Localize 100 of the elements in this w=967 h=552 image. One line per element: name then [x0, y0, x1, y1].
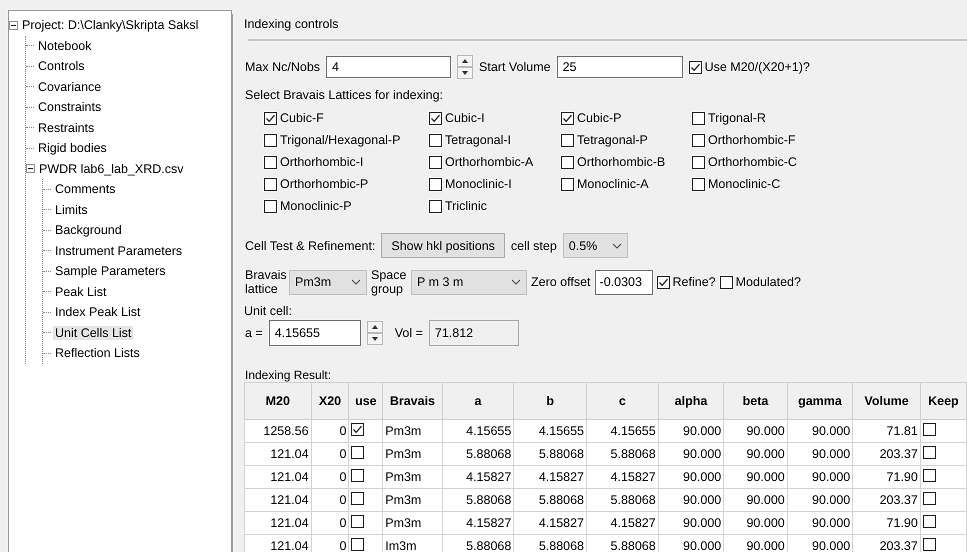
- checkbox[interactable]: [692, 178, 705, 190]
- checkbox-label[interactable]: Tetragonal-P: [577, 133, 648, 147]
- checkbox[interactable]: [264, 112, 277, 124]
- tree-item[interactable]: Instrument Parameters: [53, 244, 184, 258]
- checkbox[interactable]: [429, 178, 442, 190]
- checkbox[interactable]: [264, 134, 277, 146]
- tree-item[interactable]: Rigid bodies: [36, 141, 109, 156]
- checkbox-label[interactable]: Trigonal-R: [708, 111, 766, 125]
- checkbox[interactable]: [692, 156, 705, 168]
- checkbox-label[interactable]: Modulated?: [736, 275, 801, 289]
- tree-item[interactable]: Constraints: [36, 100, 104, 114]
- cell-step-dropdown[interactable]: 0.5%: [562, 233, 628, 258]
- checkbox[interactable]: [264, 200, 277, 212]
- checkbox-label[interactable]: Orthorhombic-F: [708, 133, 796, 147]
- checkbox[interactable]: [561, 178, 574, 190]
- checkbox[interactable]: [922, 515, 936, 528]
- collapse-icon[interactable]: [9, 20, 18, 30]
- field-label: Cell Test & Refinement:: [245, 238, 376, 252]
- checkbox[interactable]: [922, 492, 936, 505]
- checkbox-label[interactable]: Monoclinic-I: [445, 177, 512, 191]
- checkbox[interactable]: [720, 276, 733, 288]
- column-header[interactable]: b: [514, 382, 587, 420]
- collapse-icon[interactable]: [26, 164, 35, 174]
- checkbox[interactable]: [922, 538, 936, 551]
- column-header[interactable]: gamma: [787, 382, 853, 420]
- tree-item[interactable]: Covariance: [36, 80, 104, 94]
- tree-item[interactable]: Reflection Lists: [53, 346, 142, 360]
- checkbox-label[interactable]: Orthorhombic-P: [280, 177, 368, 191]
- tree-item[interactable]: Sample Parameters: [53, 264, 168, 278]
- column-header[interactable]: Keep: [920, 382, 966, 420]
- tree-item[interactable]: Controls: [36, 59, 87, 74]
- show-hkl-button[interactable]: Show hkl positions: [381, 233, 505, 258]
- input-field[interactable]: 4.15655: [268, 320, 361, 346]
- column-header[interactable]: X20: [311, 382, 349, 420]
- checkbox[interactable]: [429, 200, 442, 212]
- input-field[interactable]: 4: [326, 56, 452, 78]
- tree-item[interactable]: Project: D:\Clanky\Skripta Saksl: [20, 18, 200, 32]
- checkbox[interactable]: [692, 134, 705, 146]
- checkbox[interactable]: [561, 134, 574, 146]
- checkbox-label[interactable]: Monoclinic-C: [708, 177, 780, 191]
- checkbox-label[interactable]: Trigonal/Hexagonal-P: [280, 133, 400, 147]
- tree-item[interactable]: Unit Cells List: [53, 326, 134, 340]
- tree-item[interactable]: Background: [53, 223, 124, 238]
- space-group-dropdown[interactable]: P m 3 m: [411, 270, 527, 294]
- checkbox-label[interactable]: Monoclinic-A: [577, 177, 649, 191]
- tree-item[interactable]: Index Peak List: [53, 305, 142, 320]
- checkbox[interactable]: [351, 515, 364, 528]
- checkbox-label[interactable]: Cubic-P: [577, 111, 622, 125]
- column-header[interactable]: a: [442, 382, 514, 420]
- column-header[interactable]: Volume: [852, 382, 920, 420]
- input-field[interactable]: 25: [556, 56, 683, 78]
- checkbox-label[interactable]: Orthorhombic-C: [708, 155, 797, 169]
- checkbox[interactable]: [429, 112, 442, 124]
- checkbox[interactable]: [351, 469, 364, 482]
- spin-buttons-icon[interactable]: [457, 55, 474, 79]
- checkbox[interactable]: [922, 423, 936, 436]
- checkbox[interactable]: [429, 134, 442, 146]
- checkbox-label[interactable]: Triclinic: [445, 199, 487, 213]
- checkbox-label[interactable]: Monoclinic-P: [280, 199, 352, 213]
- checkbox[interactable]: [264, 156, 277, 168]
- checkbox-label[interactable]: Orthorhombic-I: [280, 155, 364, 169]
- checkbox-label[interactable]: Refine?: [672, 275, 716, 289]
- table-cell: 90.000: [787, 442, 853, 466]
- table-cell: 5.88068: [514, 442, 587, 466]
- tree-item[interactable]: Comments: [53, 182, 118, 196]
- tree-item[interactable]: PWDR lab6_lab_XRD.csv: [37, 162, 186, 176]
- checkbox[interactable]: [692, 112, 705, 124]
- checkbox-label[interactable]: Orthorhombic-A: [445, 155, 534, 169]
- bravais-dropdown[interactable]: Pm3m: [289, 270, 367, 294]
- column-header[interactable]: alpha: [658, 382, 724, 420]
- tree-item[interactable]: Limits: [53, 202, 90, 217]
- checkbox[interactable]: [264, 178, 277, 190]
- column-header[interactable]: beta: [724, 382, 788, 420]
- checkbox[interactable]: [351, 446, 364, 459]
- tree-item[interactable]: Notebook: [36, 38, 94, 53]
- checkbox[interactable]: [656, 276, 670, 288]
- column-header[interactable]: c: [586, 382, 658, 420]
- checkbox[interactable]: [922, 446, 936, 459]
- spin-buttons-icon[interactable]: [366, 321, 383, 345]
- checkbox-label[interactable]: Cubic-I: [445, 111, 485, 125]
- table-cell: 90.000: [724, 466, 788, 488]
- column-header[interactable]: use: [348, 382, 383, 420]
- checkbox-label[interactable]: Cubic-F: [280, 111, 324, 125]
- checkbox[interactable]: [351, 492, 364, 505]
- checkbox-label[interactable]: Orthorhombic-B: [577, 155, 666, 169]
- checkbox-label[interactable]: Tetragonal-I: [445, 133, 512, 147]
- input-field[interactable]: -0.0303: [594, 270, 653, 294]
- tree-item[interactable]: Restraints: [36, 120, 96, 135]
- checkbox[interactable]: [561, 112, 574, 124]
- column-header[interactable]: M20: [244, 382, 312, 420]
- column-header[interactable]: Bravais: [382, 382, 442, 420]
- checkbox[interactable]: [688, 60, 702, 74]
- checkbox[interactable]: [351, 538, 364, 551]
- checkbox-label[interactable]: Use M20/(X20+1)?: [704, 60, 810, 74]
- checkbox[interactable]: [351, 423, 364, 436]
- checkbox[interactable]: [922, 469, 936, 482]
- checkbox[interactable]: [561, 156, 574, 168]
- tree-item[interactable]: Peak List: [53, 284, 108, 299]
- checkbox[interactable]: [429, 156, 442, 168]
- table-cell: Pm3m: [382, 488, 442, 512]
